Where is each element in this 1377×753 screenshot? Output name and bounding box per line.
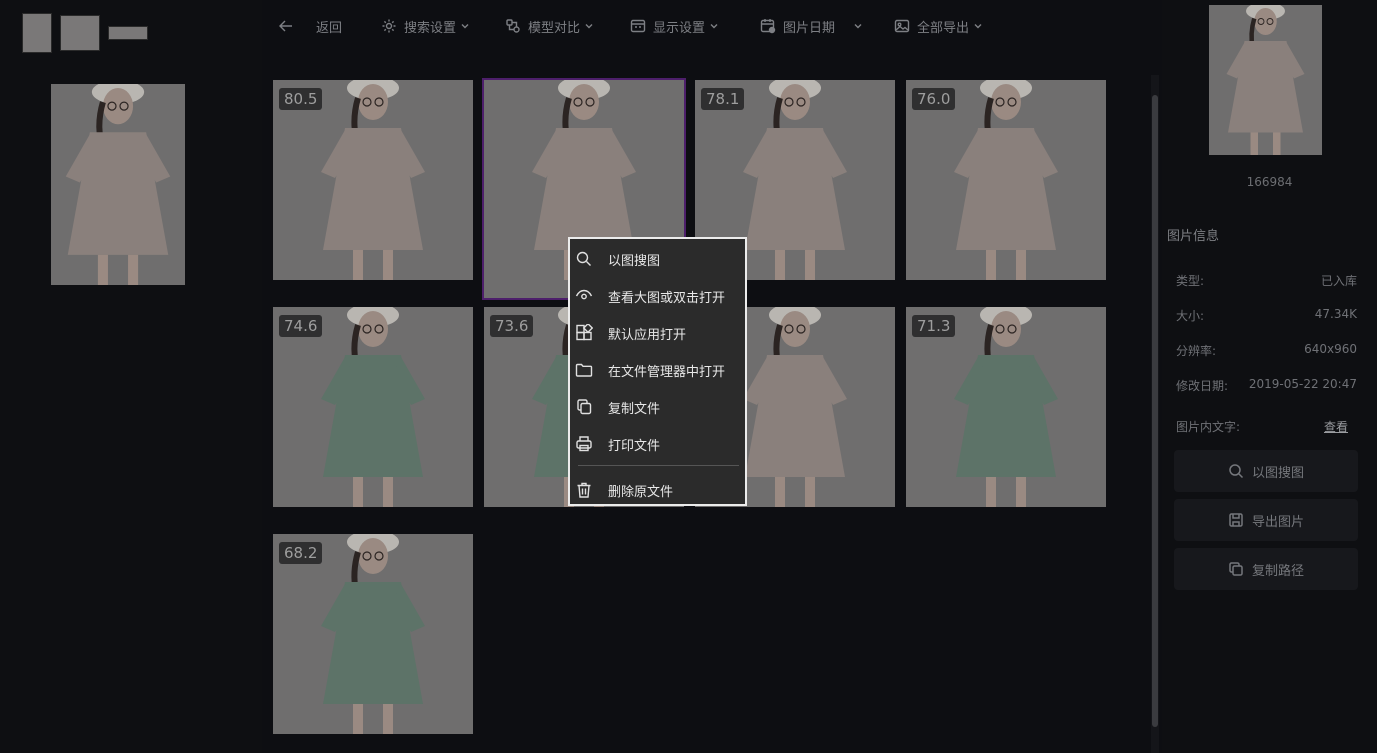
search-by-image-button[interactable]: 以图搜图 [1174,450,1358,492]
copy-path-button[interactable]: 复制路径 [1174,548,1358,590]
info-label: 分辨率: [1176,344,1217,358]
apps-icon [576,324,593,341]
context-menu: 以图搜图 查看大图或双击打开 默认应用打开 在文件管理器中打开 复制文件 打印文… [568,237,747,506]
detail-image [1209,5,1322,155]
result-card[interactable]: 71.3 [906,307,1106,507]
menu-item-open-default-app[interactable]: 默认应用打开 [570,316,745,350]
folder-icon [575,363,593,377]
info-label: 修改日期: [1176,379,1229,393]
info-label: 图片内文字: [1176,420,1241,434]
save-icon [1229,513,1243,527]
model-compare-button[interactable]: 模型对比 [505,0,594,52]
menu-item-label: 默认应用打开 [608,327,687,343]
model-compare-label: 模型对比 [528,20,581,36]
result-card[interactable]: 80.5 [273,80,473,280]
info-row-type: 类型: 已入库 [1176,272,1357,289]
search-icon [576,251,591,266]
similarity-score: 68.2 [279,542,323,564]
compare-icon [506,19,520,33]
button-label: 导出图片 [1251,514,1304,530]
image-date-button[interactable]: 图片日期 [760,0,863,52]
search-icon [1229,464,1244,479]
similarity-score: 78.1 [701,88,745,110]
scrollbar-thumb[interactable] [1152,95,1158,727]
left-panel [0,0,262,753]
detail-panel: 166984 图片信息 类型: 已入库 大小: 47.34K 分辨率: 640x… [1162,0,1377,753]
menu-item-delete-file[interactable]: 删除原文件 [570,473,745,507]
info-value: 640x960 [1304,342,1357,356]
toolbar: 返回 搜索设置 模型对比 显示设置 图片日期 全部导出 [262,0,1162,52]
menu-item-copy-file[interactable]: 复制文件 [570,390,745,424]
display-icon [630,19,646,33]
back-button[interactable]: 返回 [278,0,342,52]
chevron-down-icon [854,24,862,29]
menu-item-label: 查看大图或双击打开 [608,290,726,306]
display-settings-label: 显示设置 [653,20,706,36]
button-label: 复制路径 [1251,563,1304,579]
back-label: 返回 [316,20,343,36]
eye-icon [575,289,593,300]
chevron-down-icon [461,24,469,29]
export-all-label: 全部导出 [917,20,970,36]
app-window: 返回 搜索设置 模型对比 显示设置 图片日期 全部导出 80.5 78.1 76… [0,0,1377,753]
search-settings-label: 搜索设置 [404,20,457,36]
similarity-score: 76.0 [912,88,956,110]
menu-item-label: 复制文件 [608,401,661,417]
image-export-icon [894,19,910,33]
printer-icon [576,436,592,452]
menu-item-view-large[interactable]: 查看大图或双击打开 [570,279,745,313]
result-card[interactable]: 74.6 [273,307,473,507]
menu-item-label: 在文件管理器中打开 [608,364,726,380]
image-id: 166984 [1246,175,1293,189]
search-settings-button[interactable]: 搜索设置 [381,0,470,52]
info-value: 2019-05-22 20:47 [1248,377,1357,391]
button-label: 以图搜图 [1251,465,1304,481]
info-label: 大小: [1176,309,1205,323]
query-image [51,84,185,285]
query-thumb[interactable] [108,26,148,40]
similarity-score: 80.5 [279,88,323,110]
image-info-title: 图片信息 [1167,229,1220,244]
similarity-score: 73.6 [490,315,534,337]
results-scrollbar[interactable] [1151,75,1159,753]
image-date-label: 图片日期 [783,20,836,36]
similarity-score: 71.3 [912,315,956,337]
info-value: 47.34K [1314,307,1357,321]
result-card[interactable]: 68.2 [273,534,473,734]
query-thumb[interactable] [22,13,52,53]
chevron-down-icon [974,24,982,29]
export-image-button[interactable]: 导出图片 [1174,499,1358,541]
similarity-score: 74.6 [279,315,323,337]
chevron-down-icon [710,24,718,29]
menu-item-label: 打印文件 [608,438,661,454]
menu-item-label: 删除原文件 [608,484,674,500]
calendar-icon [760,19,776,34]
copy-icon [577,399,592,415]
info-row-modified: 修改日期: 2019-05-22 20:47 [1176,377,1357,394]
arrow-left-icon [279,20,292,32]
copy-icon [1229,562,1243,576]
menu-item-search-by-image[interactable]: 以图搜图 [570,242,745,276]
info-row-resolution: 分辨率: 640x960 [1176,342,1357,359]
info-label: 类型: [1176,274,1205,288]
info-value: 已入库 [1320,274,1357,288]
query-thumb[interactable] [60,15,100,51]
result-card[interactable]: 76.0 [906,80,1106,280]
view-text-link[interactable]: 查看 [1324,418,1348,435]
menu-item-open-in-file-manager[interactable]: 在文件管理器中打开 [570,353,745,387]
export-all-button[interactable]: 全部导出 [894,0,983,52]
info-row-text: 图片内文字: 查看 [1176,418,1348,435]
query-thumb-strip [22,12,148,54]
gear-icon [382,19,396,33]
info-row-size: 大小: 47.34K [1176,307,1357,324]
trash-icon [577,482,591,498]
menu-divider [578,465,739,466]
display-settings-button[interactable]: 显示设置 [630,0,719,52]
menu-item-print-file[interactable]: 打印文件 [570,427,745,461]
chevron-down-icon [585,24,593,29]
menu-item-label: 以图搜图 [608,253,661,269]
